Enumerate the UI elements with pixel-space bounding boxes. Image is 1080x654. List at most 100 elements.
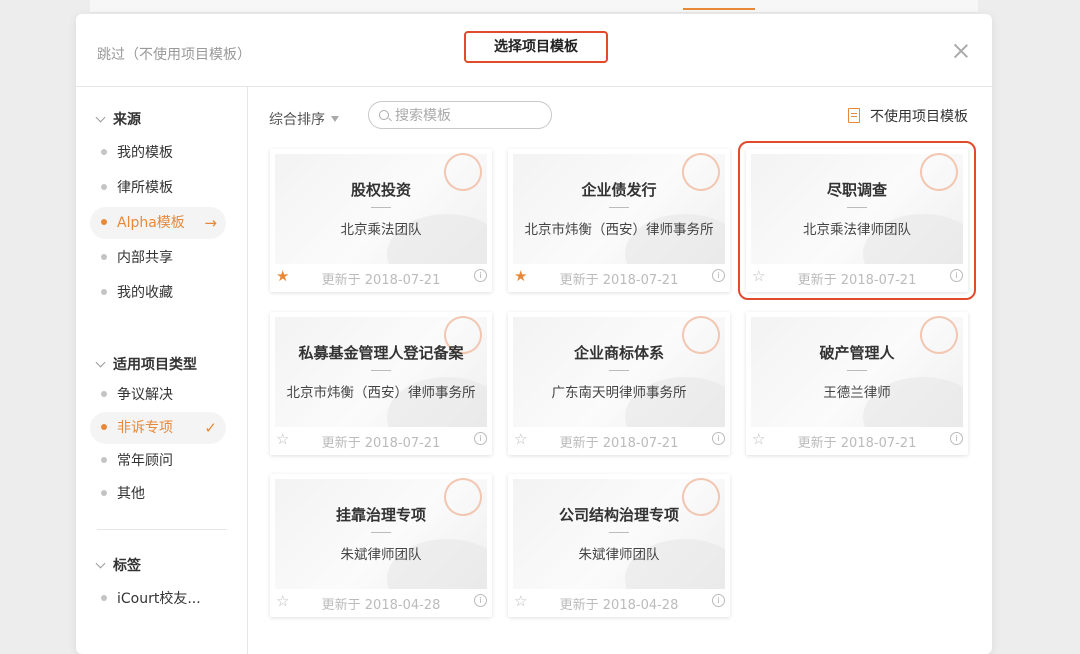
card-author: 王德兰律师 [823, 385, 891, 401]
sidebar-section-tags[interactable]: 标签 [95, 555, 141, 575]
info-icon[interactable]: i [712, 432, 725, 445]
sidebar-item-label: 常年顾问 [117, 453, 173, 469]
bullet-icon [101, 219, 107, 225]
bullet-icon [101, 424, 107, 430]
card-title: 企业商标体系 [573, 344, 664, 362]
card-footer: ☆ 更新于 2018-07-21 i [508, 427, 730, 455]
skip-link[interactable]: 跳过（不使用项目模板） [97, 44, 251, 64]
sort-dropdown[interactable]: 综合排序 [269, 109, 339, 129]
info-icon[interactable]: i [712, 594, 725, 607]
search-box[interactable] [368, 101, 552, 129]
bullet-icon [101, 391, 107, 397]
card-title: 挂靠治理专项 [335, 506, 426, 524]
modal-header: 跳过（不使用项目模板） 选择项目模板 [76, 14, 992, 87]
card-divider [371, 370, 391, 371]
sidebar-item-label: 律所模板 [117, 180, 173, 196]
sidebar-item-label: 其他 [117, 486, 145, 502]
info-icon[interactable]: i [950, 269, 963, 282]
template-card[interactable]: 尽职调查 北京乘法律师团队 ☆ 更新于 2018-07-21 i [738, 141, 976, 300]
card-updated-date: 更新于 2018-04-28 [321, 598, 441, 613]
card-footer: ☆ 更新于 2018-04-28 i [270, 589, 492, 617]
section-heading: 来源 [113, 112, 141, 128]
search-icon [379, 110, 389, 120]
sidebar-item-label: iCourt校友... [117, 591, 201, 607]
bullet-icon [101, 289, 107, 295]
card-updated-date: 更新于 2018-07-21 [559, 436, 679, 451]
sidebar-item-label: 我的模板 [117, 145, 173, 161]
sort-label: 综合排序 [269, 112, 325, 128]
modal-title: 选择项目模板 [464, 31, 608, 63]
template-card[interactable]: 挂靠治理专项 朱斌律师团队 ☆ 更新于 2018-04-28 i [270, 471, 492, 617]
card-footer: ★ 更新于 2018-07-21 i [270, 264, 492, 292]
sidebar-item-firm-templates[interactable]: 律所模板 [90, 172, 226, 204]
template-card[interactable]: 企业商标体系 广东南天明律师事务所 ☆ 更新于 2018-07-21 i [508, 309, 730, 455]
sidebar-item-internal-share[interactable]: 内部共享 [90, 242, 226, 274]
background-tab-strip [90, 0, 978, 13]
chevron-down-icon [95, 112, 106, 123]
sidebar-item-alpha-templates[interactable]: Alpha模板 → [90, 207, 226, 239]
template-card[interactable]: 公司结构治理专项 朱斌律师团队 ☆ 更新于 2018-04-28 i [508, 471, 730, 617]
no-template-label: 不使用项目模板 [870, 109, 968, 125]
card-author: 朱斌律师团队 [578, 547, 660, 563]
info-icon[interactable]: i [474, 432, 487, 445]
template-picker-modal: 跳过（不使用项目模板） 选择项目模板 来源 我的模板 律所模板 Alpha模板 →… [76, 14, 992, 654]
template-card[interactable]: 企业债发行 北京市炜衡（西安）律师事务所 ★ 更新于 2018-07-21 i [508, 146, 730, 292]
info-icon[interactable]: i [950, 432, 963, 445]
sidebar-item-my-templates[interactable]: 我的模板 [90, 137, 226, 169]
card-author: 北京乘法律师团队 [803, 222, 911, 238]
info-icon[interactable]: i [474, 594, 487, 607]
sidebar-section-project-type[interactable]: 适用项目类型 [95, 354, 197, 374]
sidebar-item-dispute[interactable]: 争议解决 [90, 379, 226, 411]
sidebar-divider [97, 529, 227, 530]
sidebar-item-other[interactable]: 其他 [90, 478, 226, 510]
card-footer: ★ 更新于 2018-07-21 i [508, 264, 730, 292]
card-author: 朱斌律师团队 [340, 547, 422, 563]
card-footer: ☆ 更新于 2018-07-21 i [746, 427, 968, 455]
sidebar-item-retainer[interactable]: 常年顾问 [90, 445, 226, 477]
close-icon[interactable] [952, 42, 970, 60]
info-icon[interactable]: i [712, 269, 725, 282]
card-divider [609, 207, 629, 208]
card-divider [609, 370, 629, 371]
card-author: 北京乘法团队 [340, 222, 422, 238]
search-input[interactable] [393, 105, 547, 127]
template-card[interactable]: 股权投资 北京乘法团队 ★ 更新于 2018-07-21 i [270, 146, 492, 292]
sidebar-item-label: 非诉专项 [117, 420, 173, 436]
card-footer: ☆ 更新于 2018-07-21 i [270, 427, 492, 455]
card-updated-date: 更新于 2018-07-21 [321, 273, 441, 288]
card-title: 股权投资 [350, 181, 411, 199]
arrow-right-icon: → [204, 214, 217, 232]
card-footer: ☆ 更新于 2018-04-28 i [508, 589, 730, 617]
template-card[interactable]: 破产管理人 王德兰律师 ☆ 更新于 2018-07-21 i [746, 309, 968, 455]
sidebar-item-label: Alpha模板 [117, 215, 185, 231]
template-card[interactable]: 私募基金管理人登记备案 北京市炜衡（西安）律师事务所 ☆ 更新于 2018-07-21… [270, 309, 492, 455]
card-footer: ☆ 更新于 2018-07-21 i [746, 264, 968, 292]
bullet-icon [101, 184, 107, 190]
chevron-down-icon [95, 558, 106, 569]
card-updated-date: 更新于 2018-04-28 [559, 598, 679, 613]
sidebar-item-label: 争议解决 [117, 387, 173, 403]
card-updated-date: 更新于 2018-07-21 [797, 273, 917, 288]
card-title: 公司结构治理专项 [558, 506, 679, 524]
document-icon [848, 108, 860, 123]
card-divider [847, 207, 867, 208]
sidebar-item-my-favorites[interactable]: 我的收藏 [90, 277, 226, 309]
sidebar-item-label: 我的收藏 [117, 285, 173, 301]
card-divider [371, 532, 391, 533]
sidebar-item-non-litigation[interactable]: 非诉专项 ✓ [90, 412, 226, 444]
sidebar-item-tag-icourt[interactable]: iCourt校友... [90, 583, 226, 615]
no-template-button[interactable]: 不使用项目模板 [848, 106, 968, 126]
card-updated-date: 更新于 2018-07-21 [797, 436, 917, 451]
card-title: 破产管理人 [819, 344, 895, 362]
info-icon[interactable]: i [474, 269, 487, 282]
sidebar-section-source[interactable]: 来源 [95, 109, 141, 129]
bullet-icon [101, 595, 107, 601]
card-author: 北京市炜衡（西安）律师事务所 [286, 385, 476, 401]
card-title: 企业债发行 [581, 181, 657, 199]
caret-down-icon [331, 116, 339, 122]
template-list-area: 综合排序 不使用项目模板 股权投资北京乘法团队★更新于 2018-07-21i企… [248, 87, 992, 654]
card-author: 广东南天明律师事务所 [551, 385, 687, 401]
section-heading: 适用项目类型 [113, 357, 197, 373]
checkmark-icon: ✓ [204, 419, 217, 437]
card-updated-date: 更新于 2018-07-21 [559, 273, 679, 288]
